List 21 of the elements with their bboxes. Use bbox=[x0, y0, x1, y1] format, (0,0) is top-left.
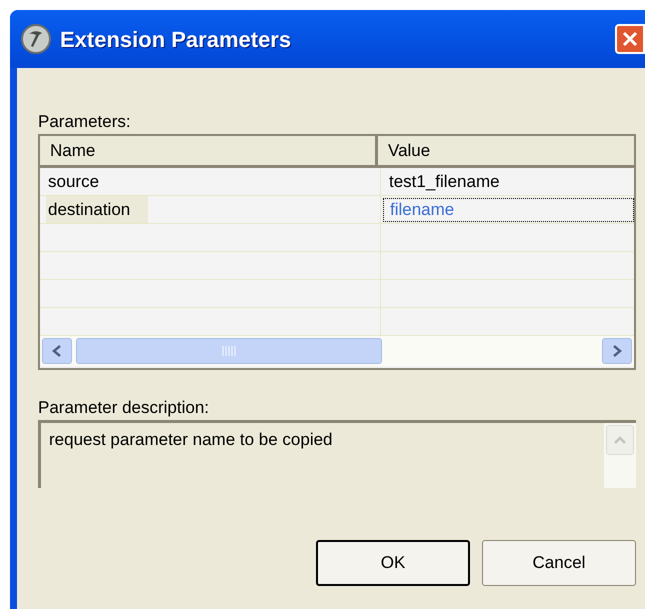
description-label: Parameter description: bbox=[38, 398, 210, 418]
table-cell-text: source bbox=[47, 170, 100, 193]
table-cell: destination bbox=[46, 196, 148, 223]
column-header[interactable]: Value bbox=[378, 136, 634, 165]
close-icon bbox=[621, 30, 639, 48]
description-text: request parameter name to be copied bbox=[48, 429, 334, 451]
parameters-label: Parameters: bbox=[38, 112, 132, 132]
table-cell-text: test1_filename bbox=[388, 170, 501, 193]
grip-icon bbox=[222, 346, 236, 356]
table-cell: filename bbox=[383, 198, 634, 222]
scrollbar-thumb[interactable] bbox=[76, 338, 382, 364]
window-title: Extension Parameters bbox=[60, 26, 292, 54]
column-header[interactable]: Name bbox=[40, 136, 378, 165]
table-row[interactable]: destination filename bbox=[40, 196, 634, 224]
ok-button[interactable]: OK bbox=[316, 540, 470, 586]
close-button[interactable] bbox=[615, 24, 645, 54]
horizontal-scrollbar[interactable] bbox=[40, 336, 634, 366]
scroll-left-button[interactable] bbox=[42, 338, 72, 364]
hammer-icon bbox=[20, 23, 52, 55]
cancel-button[interactable]: Cancel bbox=[482, 540, 636, 586]
scroll-right-button[interactable] bbox=[602, 338, 632, 364]
